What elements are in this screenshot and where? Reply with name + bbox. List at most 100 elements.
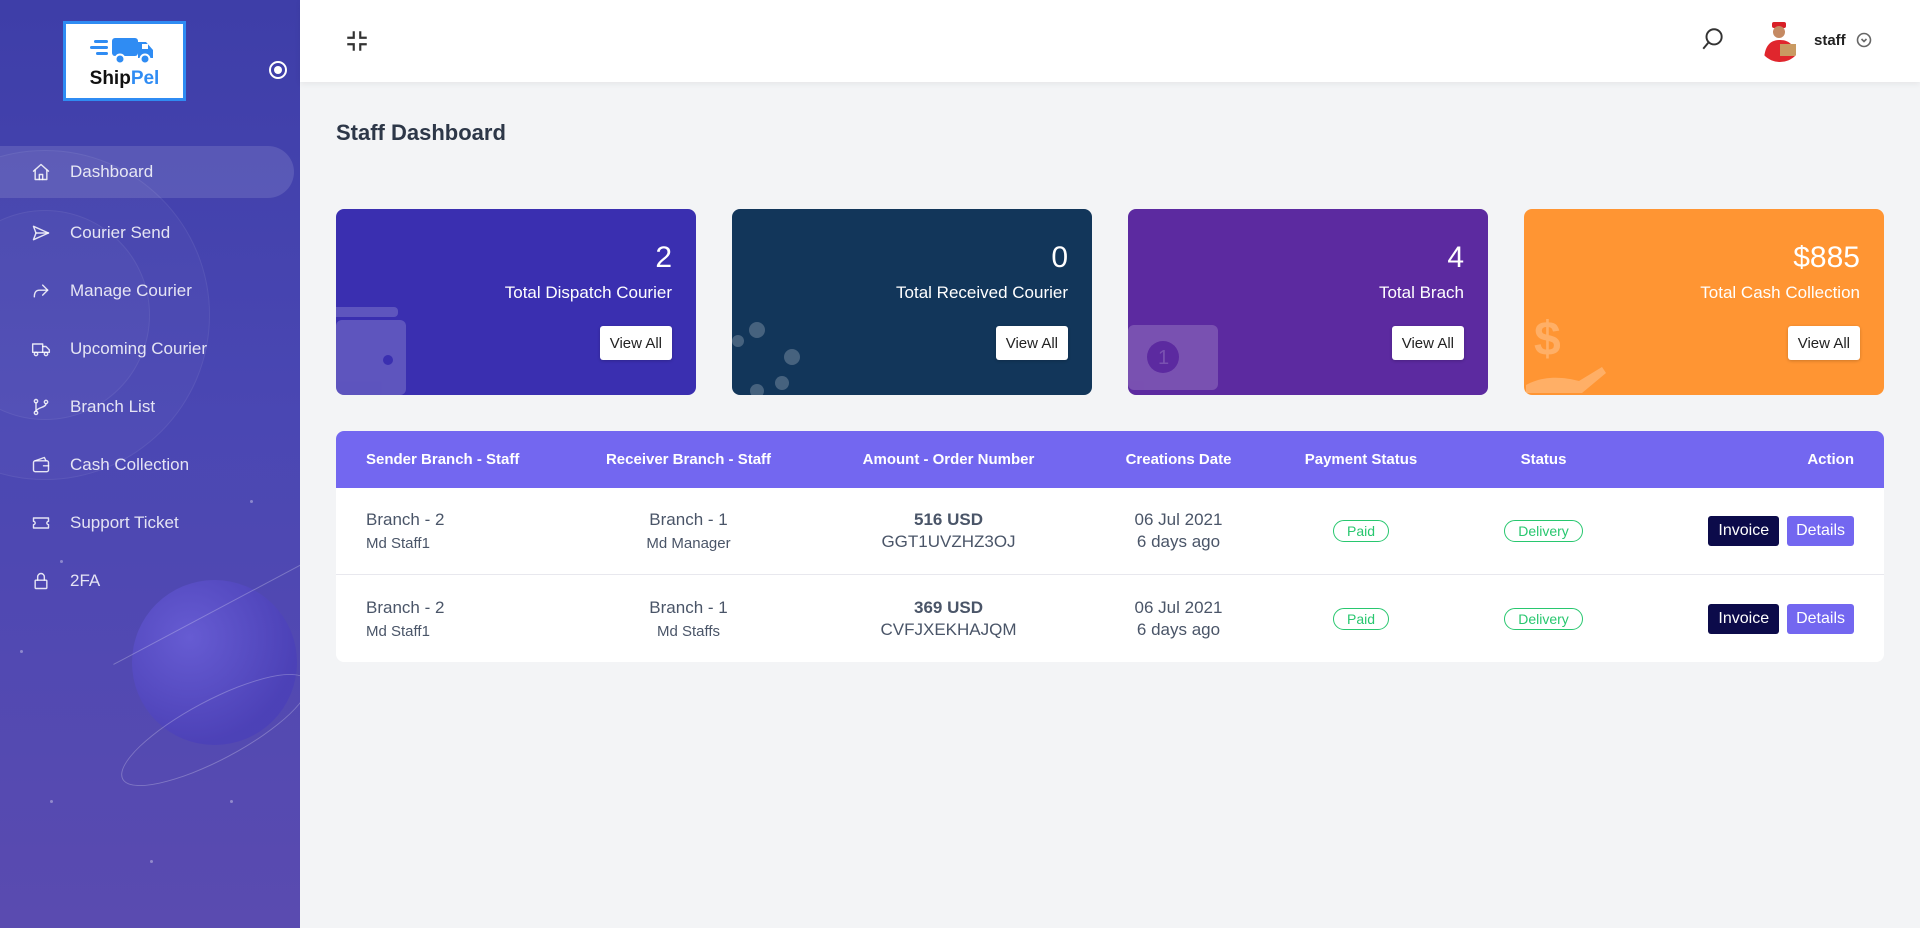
details-button[interactable]: Details: [1787, 516, 1854, 546]
view-all-button[interactable]: View All: [1391, 326, 1464, 360]
receiver-staff: Md Staffs: [656, 622, 721, 640]
wallet-icon: [30, 454, 52, 476]
ticket-icon: [30, 512, 52, 534]
decor-star: [230, 800, 233, 803]
card-value: 4: [1447, 241, 1464, 274]
sidebar-item-label: Dashboard: [70, 162, 154, 181]
card-label: Total Cash Collection: [1700, 283, 1860, 302]
sender-branch: Branch - 2: [366, 510, 445, 529]
logo-text: ShipPel: [90, 68, 160, 90]
column-header: Receiver Branch - Staff: [605, 451, 772, 468]
sidebar-nav: Dashboard Courier Send Manage Courier Up…: [0, 146, 300, 610]
sidebar: ShipPel Dashboard Courier Send Manage Co…: [0, 0, 300, 928]
git-branch-icon: [30, 396, 52, 418]
logo-text-ship: Ship: [89, 68, 131, 89]
app-logo[interactable]: ShipPel: [63, 21, 186, 101]
column-header: Sender Branch - Staff: [366, 451, 520, 468]
column-header: Payment Status: [1304, 451, 1418, 468]
topbar: staff: [300, 0, 1920, 82]
sidebar-toggle[interactable]: [269, 61, 287, 79]
sender-staff: Md Staff1: [366, 622, 430, 640]
table-row: Branch - 2 Md Staff1 Branch - 1 Md Manager…: [336, 488, 1884, 575]
receiver-branch: Branch - 1: [649, 510, 728, 529]
card-dispatch-courier: 2 Total Dispatch Courier View All: [336, 209, 696, 395]
sidebar-item-label: Upcoming Courier: [70, 339, 207, 358]
sidebar-item-upcoming-courier[interactable]: Upcoming Courier: [0, 320, 300, 378]
invoice-button[interactable]: Invoice: [1708, 516, 1780, 546]
lock-icon: [30, 570, 52, 592]
column-header: Amount - Order Number: [862, 451, 1035, 468]
sender-staff: Md Staff1: [366, 535, 430, 552]
truck-logo-icon: [89, 38, 153, 65]
wallet-icon: [336, 307, 406, 395]
sidebar-item-label: Branch List: [70, 397, 156, 416]
sidebar-item-label: Manage Courier: [70, 281, 192, 300]
sidebar-item-courier-send[interactable]: Courier Send: [0, 204, 300, 262]
svg-text:$: $: [1534, 313, 1561, 366]
sidebar-item-branch-list[interactable]: Branch List: [0, 378, 300, 436]
sidebar-item-cash-collection[interactable]: Cash Collection: [0, 436, 300, 494]
money-note-icon: 1: [1128, 325, 1218, 390]
sidebar-item-dashboard[interactable]: Dashboard: [0, 146, 294, 198]
sidebar-item-label: Cash Collection: [70, 455, 190, 474]
relative-date: 6 days ago: [1136, 619, 1221, 639]
view-all-button[interactable]: View All: [1787, 326, 1860, 360]
avatar: [1758, 18, 1802, 62]
creation-date: 06 Jul 2021: [1134, 597, 1223, 617]
order-number: GGT1UVZHZ3OJ: [881, 532, 1016, 551]
status-badge: Delivery: [1504, 520, 1583, 542]
payment-status-badge: Paid: [1332, 607, 1390, 630]
decor-planet-ring: [108, 654, 300, 806]
truck-icon: [30, 338, 52, 360]
creation-date: 06 Jul 2021: [1134, 510, 1223, 529]
search-icon[interactable]: [1700, 26, 1726, 52]
card-value: 0: [1051, 241, 1068, 274]
invoice-button[interactable]: Invoice: [1708, 603, 1780, 634]
view-all-button[interactable]: View All: [995, 326, 1068, 360]
dollar-hand-icon: $: [1526, 313, 1606, 393]
column-header: Status: [1520, 451, 1567, 468]
details-button[interactable]: Details: [1787, 603, 1854, 634]
view-all-button[interactable]: View All: [599, 326, 672, 360]
table-header: Sender Branch - Staff Receiver Branch - …: [336, 431, 1884, 488]
receiver-branch: Branch - 1: [649, 597, 728, 617]
card-total-branch: 1 4 Total Brach View All: [1128, 209, 1488, 395]
sender-branch: Branch - 2: [366, 597, 445, 617]
column-header: Action: [1807, 451, 1854, 468]
page-title: Staff Dashboard: [336, 120, 506, 145]
stat-cards: 2 Total Dispatch Courier View All 0 Tota…: [336, 209, 1884, 395]
sidebar-item-support-ticket[interactable]: Support Ticket: [0, 494, 300, 552]
card-label: Total Brach: [1378, 283, 1464, 302]
sidebar-item-label: Courier Send: [70, 223, 171, 242]
sidebar-item-2fa[interactable]: 2FA: [0, 552, 300, 610]
amount: 516 USD: [914, 510, 983, 529]
column-header: Creations Date: [1125, 451, 1232, 468]
home-icon: [30, 161, 52, 183]
table-row: Branch - 2 Md Staff1 Branch - 1 Md Staffs …: [336, 575, 1884, 662]
user-name: staff: [1814, 31, 1846, 49]
card-value: $885: [1793, 241, 1860, 274]
decor-star: [20, 650, 23, 653]
dots-spinner-icon: [732, 322, 800, 395]
status-badge: Delivery: [1504, 607, 1583, 630]
card-label: Total Received Courier: [896, 283, 1068, 302]
card-cash-collection: $ $885 Total Cash Collection View All: [1524, 209, 1884, 395]
send-icon: [30, 222, 52, 244]
card-label: Total Dispatch Courier: [504, 283, 672, 302]
user-menu[interactable]: staff: [1758, 18, 1872, 62]
payment-status-badge: Paid: [1332, 520, 1390, 542]
logo-text-pel: Pel: [130, 68, 160, 89]
share-forward-icon: [30, 280, 52, 302]
receiver-staff: Md Manager: [646, 535, 731, 552]
sidebar-item-label: 2FA: [70, 571, 101, 590]
relative-date: 6 days ago: [1136, 532, 1221, 551]
decor-star: [50, 800, 53, 803]
decor-star: [150, 860, 153, 863]
courier-table: Sender Branch - Staff Receiver Branch - …: [336, 431, 1884, 662]
card-value: 2: [655, 241, 672, 274]
sidebar-item-label: Support Ticket: [70, 513, 179, 532]
amount: 369 USD: [914, 597, 983, 617]
sidebar-item-manage-courier[interactable]: Manage Courier: [0, 262, 300, 320]
fullscreen-exit-icon[interactable]: [344, 28, 370, 54]
card-received-courier: 0 Total Received Courier View All: [732, 209, 1092, 395]
